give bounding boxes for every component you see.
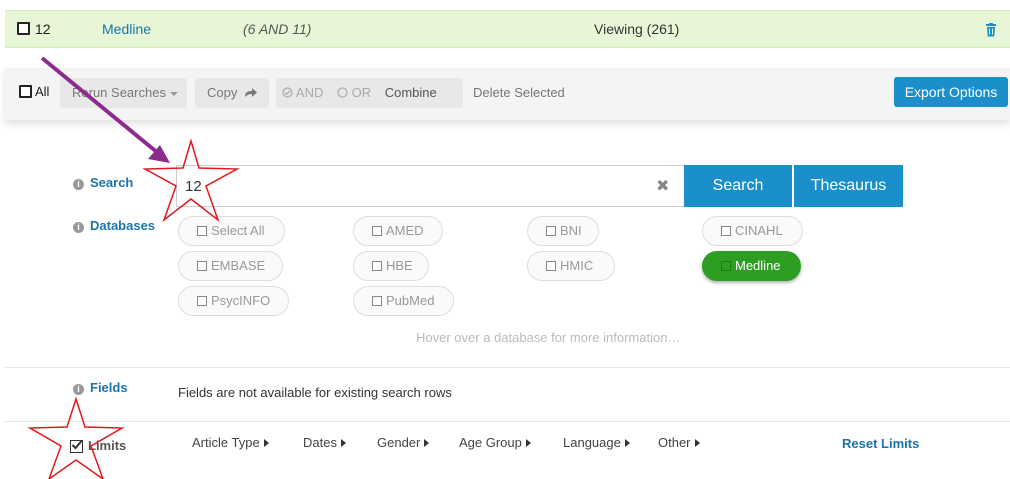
database-pill-pubmed[interactable]: PubMed bbox=[353, 286, 454, 316]
checkbox-icon bbox=[546, 226, 556, 236]
and-radio[interactable]: AND bbox=[282, 85, 327, 100]
select-all-checkbox[interactable] bbox=[19, 85, 32, 98]
database-pill-label: Medline bbox=[735, 258, 781, 273]
checkbox-icon bbox=[721, 226, 731, 236]
limit-article-type[interactable]: Article Type bbox=[192, 435, 269, 450]
database-pill-label: HBE bbox=[386, 258, 413, 273]
search-button[interactable]: Search bbox=[684, 165, 792, 207]
databases-label: i Databases bbox=[73, 218, 155, 233]
caret-right-icon bbox=[424, 439, 430, 447]
checkbox-icon bbox=[372, 296, 382, 306]
trash-icon[interactable] bbox=[985, 23, 997, 37]
database-pill-psycinfo[interactable]: PsycINFO bbox=[178, 286, 289, 316]
limit-label: Dates bbox=[303, 435, 337, 450]
caret-right-icon bbox=[624, 439, 630, 447]
history-row-number: 12 bbox=[35, 21, 51, 37]
history-row-viewing[interactable]: Viewing (261) bbox=[594, 21, 679, 37]
copy-button[interactable]: Copy bbox=[195, 78, 269, 108]
search-label: i Search bbox=[73, 175, 133, 190]
database-pill-select-all[interactable]: Select All bbox=[178, 216, 285, 246]
reset-limits-link[interactable]: Reset Limits bbox=[842, 436, 919, 451]
select-all-label[interactable]: All bbox=[35, 84, 49, 99]
database-pill-label: PubMed bbox=[386, 293, 435, 308]
history-row-database[interactable]: Medline bbox=[102, 21, 151, 37]
check-circle-icon bbox=[282, 87, 293, 98]
history-row-query: (6 AND 11) bbox=[243, 21, 312, 37]
database-pill-hbe[interactable]: HBE bbox=[353, 251, 429, 281]
database-pill-medline[interactable]: Medline bbox=[702, 251, 801, 281]
checkbox-icon bbox=[197, 296, 207, 306]
and-label: AND bbox=[295, 85, 324, 100]
limit-label: Gender bbox=[377, 435, 421, 450]
thesaurus-button[interactable]: Thesaurus bbox=[794, 165, 903, 207]
limit-dates[interactable]: Dates bbox=[303, 435, 346, 450]
database-pill-cinahl[interactable]: CINAHL bbox=[702, 216, 803, 246]
radio-circle-icon bbox=[337, 87, 348, 98]
checkbox-icon bbox=[546, 261, 556, 271]
or-label: OR bbox=[351, 85, 372, 100]
copy-label: Copy bbox=[207, 85, 238, 100]
database-pill-bni[interactable]: BNI bbox=[527, 216, 599, 246]
history-toolbar: All Rerun Searches Copy AND OR Combine D… bbox=[5, 68, 1010, 120]
database-pill-label: AMED bbox=[386, 223, 424, 238]
history-row-checkbox[interactable] bbox=[17, 22, 30, 35]
info-icon[interactable]: i bbox=[73, 384, 84, 395]
search-input[interactable] bbox=[176, 165, 684, 207]
caret-right-icon bbox=[263, 439, 269, 447]
info-icon[interactable]: i bbox=[73, 222, 84, 233]
caret-right-icon bbox=[525, 439, 531, 447]
check-icon bbox=[71, 440, 83, 450]
limit-gender[interactable]: Gender bbox=[377, 435, 430, 450]
databases-label-text: Databases bbox=[90, 218, 156, 233]
share-arrow-icon bbox=[244, 88, 257, 97]
rerun-searches-label: Rerun Searches bbox=[72, 85, 166, 100]
combine-button[interactable]: Combine bbox=[385, 85, 437, 100]
rerun-searches-button[interactable]: Rerun Searches bbox=[60, 78, 187, 108]
history-row: 12 Medline (6 AND 11) Viewing (261) bbox=[5, 10, 1010, 48]
database-pill-label: EMBASE bbox=[211, 258, 266, 273]
or-radio[interactable]: OR bbox=[337, 85, 375, 100]
delete-selected-button[interactable]: Delete Selected bbox=[473, 85, 565, 100]
database-hover-hint: Hover over a database for more informati… bbox=[416, 330, 681, 345]
combine-group: AND OR Combine bbox=[276, 78, 463, 108]
database-pill-embase[interactable]: EMBASE bbox=[178, 251, 283, 281]
checkbox-icon bbox=[721, 261, 731, 271]
database-pill-amed[interactable]: AMED bbox=[353, 216, 443, 246]
search-label-text: Search bbox=[90, 175, 134, 190]
clear-icon[interactable]: ✖ bbox=[656, 176, 669, 196]
limits-checkbox[interactable] bbox=[70, 440, 83, 453]
database-pill-label: BNI bbox=[560, 223, 582, 238]
fields-label: i Fields bbox=[73, 380, 128, 395]
checkbox-icon bbox=[197, 261, 207, 271]
caret-down-icon bbox=[169, 91, 178, 96]
limit-language[interactable]: Language bbox=[563, 435, 630, 450]
limit-label: Language bbox=[563, 435, 621, 450]
limit-label: Age Group bbox=[459, 435, 522, 450]
database-pill-label: PsycINFO bbox=[211, 293, 271, 308]
database-pill-label: HMIC bbox=[560, 258, 594, 273]
checkbox-icon bbox=[372, 261, 382, 271]
database-pill-hmic[interactable]: HMIC bbox=[527, 251, 615, 281]
fields-message: Fields are not available for existing se… bbox=[178, 385, 452, 400]
export-options-button[interactable]: Export Options bbox=[894, 77, 1008, 107]
divider bbox=[5, 367, 1010, 368]
fields-label-text: Fields bbox=[90, 380, 128, 395]
checkbox-icon bbox=[372, 226, 382, 236]
limit-age-group[interactable]: Age Group bbox=[459, 435, 531, 450]
limit-label: Other bbox=[658, 435, 691, 450]
database-pill-label: CINAHL bbox=[735, 223, 783, 238]
limit-other[interactable]: Other bbox=[658, 435, 700, 450]
checkbox-icon bbox=[197, 226, 207, 236]
caret-right-icon bbox=[694, 439, 700, 447]
divider bbox=[5, 421, 1010, 422]
caret-right-icon bbox=[340, 439, 346, 447]
database-pill-label: Select All bbox=[211, 223, 265, 238]
limit-label: Article Type bbox=[192, 435, 260, 450]
info-icon[interactable]: i bbox=[73, 179, 84, 190]
limits-label[interactable]: Limits bbox=[88, 438, 126, 453]
